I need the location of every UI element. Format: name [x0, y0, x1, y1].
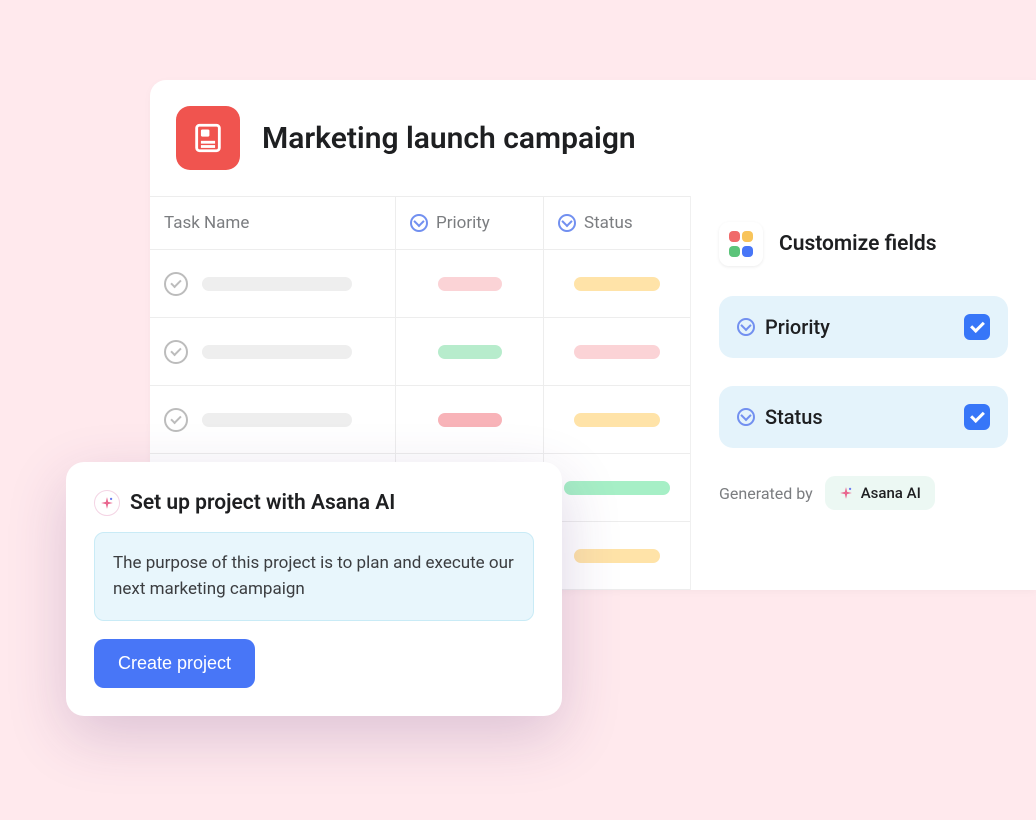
status-pill — [564, 481, 670, 495]
customize-fields-panel: Customize fields Priority Status Generat… — [691, 196, 1036, 590]
ai-popup-title: Set up project with Asana AI — [130, 491, 395, 515]
status-cell — [544, 250, 690, 317]
chevron-down-icon — [410, 214, 428, 232]
priority-cell — [396, 250, 544, 317]
column-label: Status — [584, 213, 633, 233]
field-label: Status — [765, 405, 823, 429]
check-icon[interactable] — [164, 340, 188, 364]
check-icon[interactable] — [164, 408, 188, 432]
project-title: Marketing launch campaign — [262, 121, 636, 156]
project-header: Marketing launch campaign — [150, 80, 1036, 196]
check-icon[interactable] — [164, 272, 188, 296]
priority-pill — [438, 345, 502, 359]
chevron-down-icon — [737, 408, 755, 426]
generated-by-row: Generated by Asana AI — [719, 476, 1008, 510]
task-name-cell — [150, 250, 396, 317]
ai-prompt-input[interactable]: The purpose of this project is to plan a… — [94, 532, 534, 621]
column-header-task-name[interactable]: Task Name — [150, 197, 396, 249]
status-cell — [544, 454, 690, 521]
ai-pill-label: Asana AI — [861, 484, 921, 502]
table-header: Task Name Priority Status — [150, 196, 690, 250]
priority-pill — [438, 277, 502, 291]
task-row[interactable] — [150, 318, 690, 386]
priority-cell — [396, 318, 544, 385]
column-header-priority[interactable]: Priority — [396, 197, 544, 249]
task-row[interactable] — [150, 250, 690, 318]
status-pill — [574, 277, 660, 291]
sparkle-icon — [839, 486, 853, 500]
placeholder-text — [202, 277, 352, 291]
priority-pill — [438, 413, 502, 427]
chevron-down-icon — [558, 214, 576, 232]
status-cell — [544, 522, 690, 589]
sparkle-icon — [94, 490, 120, 516]
status-pill — [574, 345, 660, 359]
status-cell — [544, 318, 690, 385]
task-name-cell — [150, 386, 396, 453]
placeholder-text — [202, 345, 352, 359]
checkbox-checked-icon[interactable] — [964, 404, 990, 430]
project-icon — [176, 106, 240, 170]
customize-header: Customize fields — [719, 222, 1008, 266]
field-label: Priority — [765, 315, 830, 339]
priority-cell — [396, 386, 544, 453]
customize-title: Customize fields — [779, 232, 937, 256]
status-pill — [574, 413, 660, 427]
field-card-status[interactable]: Status — [719, 386, 1008, 448]
status-cell — [544, 386, 690, 453]
chevron-down-icon — [737, 318, 755, 336]
placeholder-text — [202, 413, 352, 427]
status-pill — [574, 549, 660, 563]
generated-by-label: Generated by — [719, 484, 813, 503]
task-row[interactable] — [150, 386, 690, 454]
create-project-button[interactable]: Create project — [94, 639, 255, 688]
ai-setup-popup: Set up project with Asana AI The purpose… — [66, 462, 562, 716]
ai-popup-header: Set up project with Asana AI — [94, 490, 534, 516]
column-label: Priority — [436, 213, 490, 233]
field-card-priority[interactable]: Priority — [719, 296, 1008, 358]
asana-ai-pill[interactable]: Asana AI — [825, 476, 935, 510]
task-name-cell — [150, 318, 396, 385]
column-header-status[interactable]: Status — [544, 197, 690, 249]
column-label: Task Name — [164, 213, 249, 233]
checkbox-checked-icon[interactable] — [964, 314, 990, 340]
customize-fields-icon — [719, 222, 763, 266]
